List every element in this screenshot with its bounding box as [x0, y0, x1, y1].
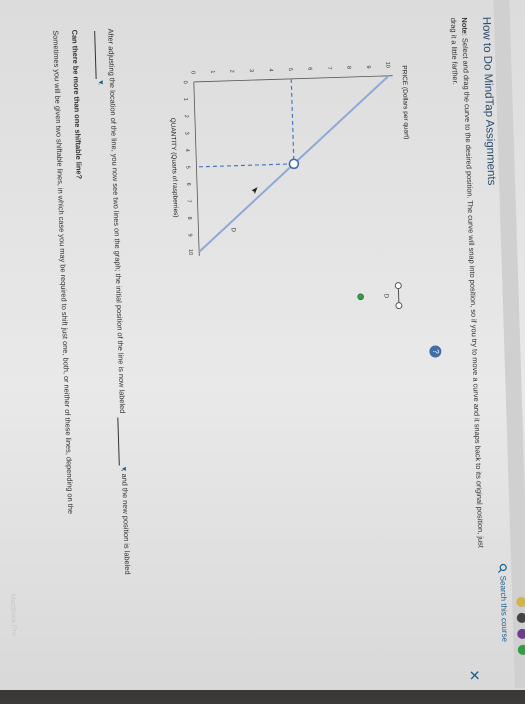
x-tick-label: 10: [187, 249, 193, 255]
mindtap-dialog: s How to Do MindTap Assignments Search t…: [0, 0, 525, 704]
x-tick-label: 9: [187, 234, 193, 237]
quantity-guide-line: [196, 164, 293, 167]
refresh-icon[interactable]: [518, 645, 525, 655]
legend-d-label: D: [383, 294, 389, 299]
price-guide-line: [291, 79, 294, 164]
y-axis-title: PRICE (Dollars per quart): [400, 65, 409, 139]
browser-toolbar-icons: [514, 593, 525, 688]
legend-d-circle[interactable]: [395, 283, 401, 289]
demand-line-label: D: [230, 228, 236, 233]
note-paragraph: Note: Select and drag the curve to the d…: [448, 17, 487, 557]
search-course-link[interactable]: Search this course: [497, 563, 511, 683]
x-axis-title: QUANTITY (Quarts of raspberries): [169, 118, 179, 218]
note-text: : Select and drag the curve to the desir…: [449, 18, 486, 548]
y-tick-label: 8: [345, 66, 351, 69]
y-tick-label: 10: [384, 62, 390, 68]
y-tick-label: 4: [267, 68, 273, 71]
note-label: Note: [460, 17, 470, 34]
y-tick-label: 9: [365, 65, 371, 68]
x-tick-label: 5: [184, 166, 190, 169]
y-tick-label: 0: [189, 71, 195, 74]
close-icon[interactable]: ✕: [465, 669, 482, 681]
circle-icon[interactable]: [516, 597, 525, 607]
x-tick-label: 6: [185, 183, 191, 186]
y-tick-label: 7: [326, 67, 332, 70]
macbook-watermark: MacBook Pro: [9, 594, 17, 636]
after-adjusting-paragraph: After adjusting the location of the line…: [94, 28, 135, 628]
legend-d-circle[interactable]: [396, 303, 402, 309]
extension-icon[interactable]: [517, 629, 525, 639]
after-text-2: , and the new position is labeled: [120, 469, 132, 574]
x-axis: [194, 82, 199, 256]
x-tick-label: 3: [183, 132, 189, 135]
y-tick-label: 3: [248, 69, 254, 72]
demand-chart: 0 1 2 3 4 5 6 7 8 9 10 0 1 2 3 4 5 6 7 8 9 10 PRICE (Dollars p…: [143, 36, 452, 345]
x-tick-label: 7: [185, 200, 191, 203]
desk-edge: [0, 690, 525, 700]
x-tick-label: 1: [182, 98, 188, 101]
legend-dot-marker[interactable]: [358, 294, 364, 300]
x-tick-label: 4: [184, 149, 190, 152]
cursor-icon: [252, 187, 258, 194]
search-course-label: Search this course: [498, 576, 509, 643]
demand-graph: 0 1 2 3 4 5 6 7 8 9 10 0 1 2 3 4 5 6 7 8 9 10 PRICE (Dollars p…: [143, 36, 452, 345]
chevron-down-icon: ▼: [118, 465, 129, 472]
after-text-1: After adjusting the location of the line…: [106, 28, 127, 413]
x-tick-label: 2: [183, 115, 189, 118]
chevron-down-icon: ▼: [95, 79, 106, 86]
new-label-dropdown[interactable]: ▼: [94, 31, 105, 79]
x-tick-label: 8: [186, 217, 192, 220]
y-tick-label: 5: [287, 68, 293, 71]
equilibrium-point[interactable]: [289, 159, 298, 168]
y-axis: [194, 76, 393, 82]
question-block: Can there be more than one shiftable lin…: [50, 29, 99, 630]
y-tick-label: 2: [228, 70, 234, 73]
y-tick-label: 1: [209, 70, 215, 73]
initial-label-dropdown[interactable]: ▼: [117, 417, 128, 465]
help-icon[interactable]: ?: [429, 345, 441, 357]
x-tick-label: 0: [182, 81, 188, 84]
star-icon[interactable]: [517, 613, 525, 623]
search-icon: [497, 563, 507, 573]
y-tick-label: 6: [306, 67, 312, 70]
